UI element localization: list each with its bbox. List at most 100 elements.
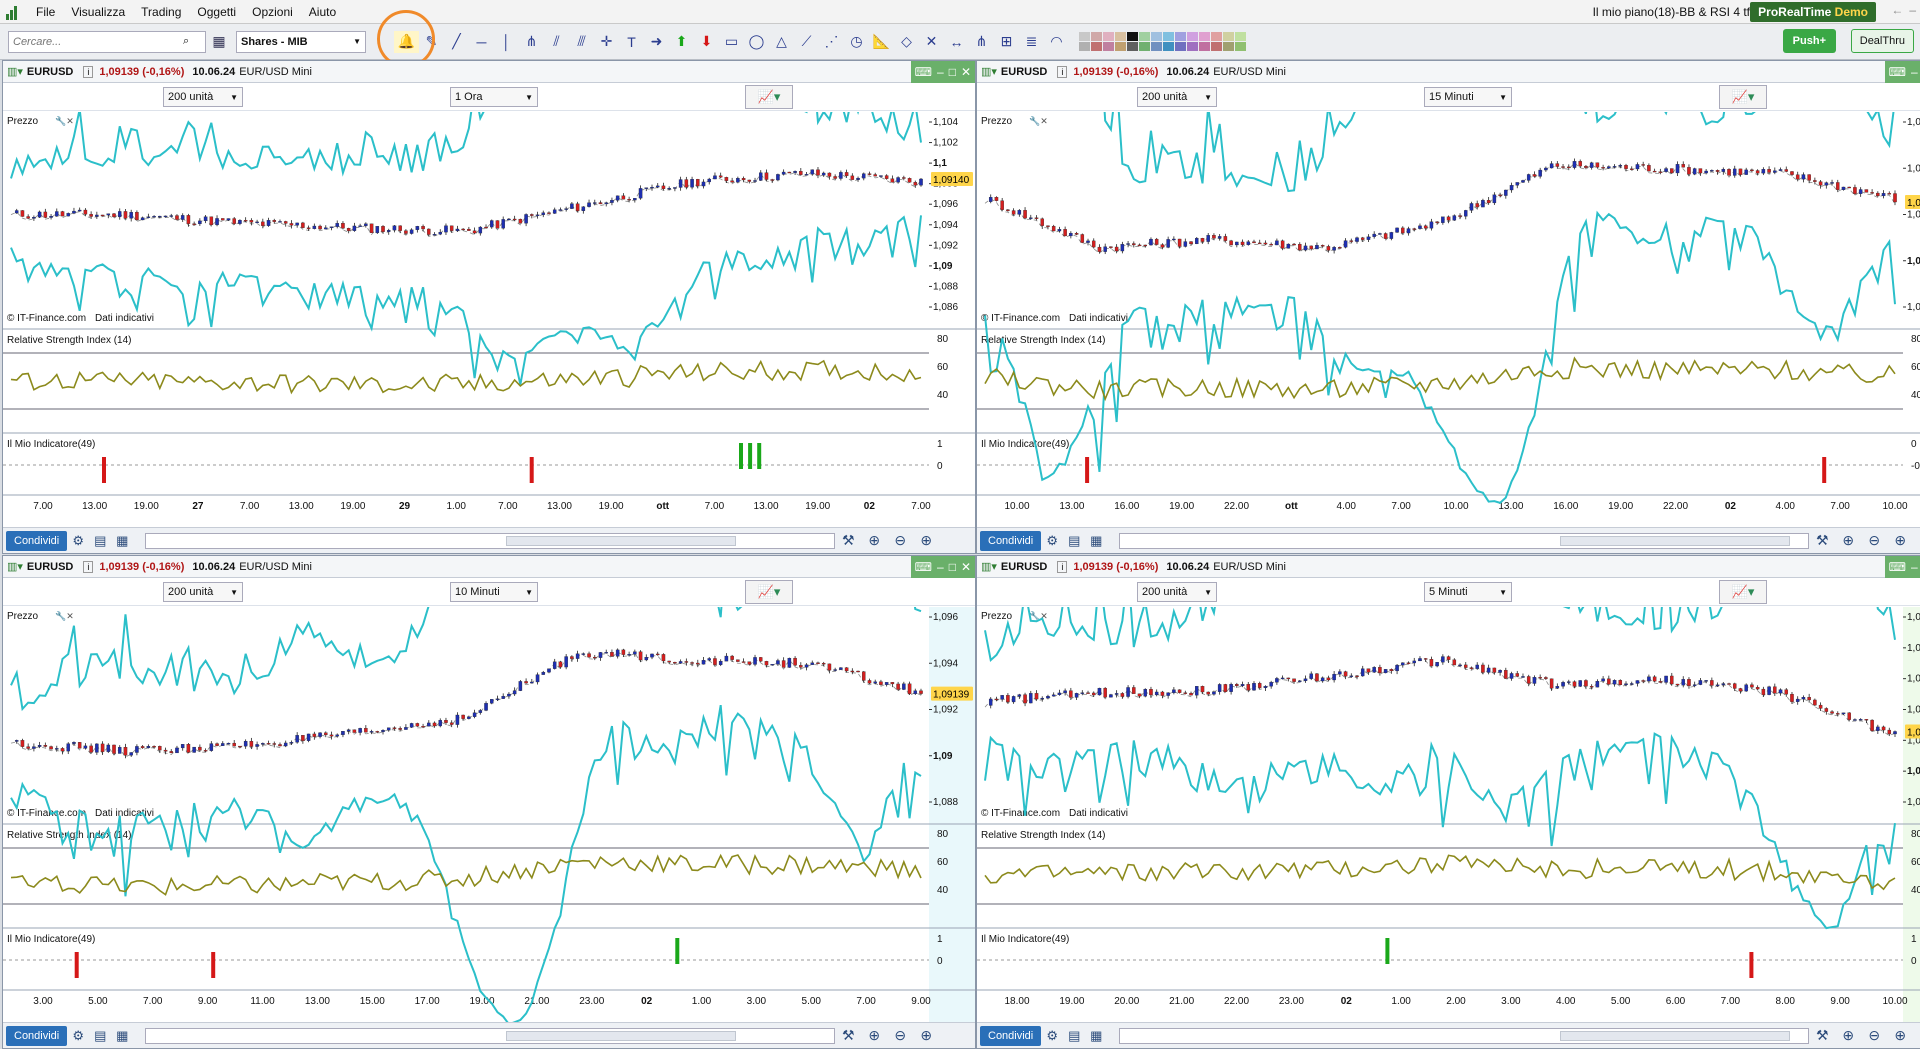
maximize-icon[interactable]: □ xyxy=(949,560,956,574)
chart-tool-icon[interactable]: ⚒ xyxy=(1809,532,1835,549)
market-list-icon[interactable]: ▦ xyxy=(208,31,230,53)
push-button[interactable]: Push+ xyxy=(1782,29,1836,53)
horizontal-scrollbar[interactable] xyxy=(1119,1027,1810,1044)
palette-swatch[interactable] xyxy=(1139,42,1150,51)
x-icon[interactable]: ✕ xyxy=(919,31,944,53)
palette-swatch[interactable] xyxy=(1187,32,1198,41)
rect-icon[interactable]: ▭ xyxy=(719,31,744,53)
clock-icon[interactable]: ◷ xyxy=(844,31,869,53)
palette-swatch[interactable] xyxy=(1175,32,1186,41)
fibo-icon[interactable]: ≣ xyxy=(1019,31,1044,53)
timeframe-select[interactable]: 5 Minuti ▼ xyxy=(1424,582,1512,602)
chart-type-button[interactable]: 📈▾ xyxy=(1719,580,1767,604)
units-select[interactable]: 200 unità ▼ xyxy=(1137,87,1217,107)
settings-icon[interactable]: ⚙ xyxy=(67,1028,89,1044)
instrument-symbol[interactable]: EURUSD xyxy=(27,66,73,78)
zoom-area-icon[interactable]: ⊕ xyxy=(1835,532,1861,549)
palette-swatch[interactable] xyxy=(1139,32,1150,41)
triangle-icon[interactable]: △ xyxy=(769,31,794,53)
scrollbar-thumb[interactable] xyxy=(1560,1030,1791,1041)
indicator-icon[interactable]: ▦ xyxy=(111,533,133,549)
horizontal-scrollbar[interactable] xyxy=(145,1027,836,1044)
gann-icon[interactable]: ⊞ xyxy=(994,31,1019,53)
menu-trading[interactable]: Trading xyxy=(133,5,189,19)
channel-alt-icon[interactable]: ⫻ xyxy=(569,31,594,53)
trend-icon[interactable]: ⟋ xyxy=(794,31,819,53)
chart-area[interactable]: Prezzo 🔧✕Relative Strength Index (14)Il M… xyxy=(3,607,975,1024)
close-icon[interactable]: ✕ xyxy=(961,560,971,574)
zoom-area-icon[interactable]: ⊕ xyxy=(1835,1027,1861,1044)
scrollbar-thumb[interactable] xyxy=(1560,535,1791,546)
timeframe-select[interactable]: 15 Minuti ▼ xyxy=(1424,87,1512,107)
palette-swatch[interactable] xyxy=(1223,42,1234,51)
arrow-down-red-icon[interactable]: ⬇ xyxy=(694,31,719,53)
keyboard-icon[interactable]: ⌨ xyxy=(915,65,932,79)
zoom-in-icon[interactable]: ⊕ xyxy=(913,532,939,549)
minimize-icon[interactable]: – xyxy=(1911,560,1918,574)
close-icon[interactable]: ✕ xyxy=(961,65,971,79)
palette-swatch[interactable] xyxy=(1199,32,1210,41)
indicator-icon[interactable]: ▦ xyxy=(1085,533,1107,549)
palette-swatch[interactable] xyxy=(1211,42,1222,51)
indicator-icon[interactable]: ▦ xyxy=(1085,1028,1107,1044)
market-select[interactable]: Shares - MIB ▼ xyxy=(236,30,366,53)
zoom-in-icon[interactable]: ⊕ xyxy=(1887,532,1913,549)
palette-swatch[interactable] xyxy=(1079,32,1090,41)
back-arrow-icon[interactable]: ← xyxy=(1891,3,1903,17)
units-select[interactable]: 200 unità ▼ xyxy=(1137,582,1217,602)
minimize-icon[interactable]: – xyxy=(937,65,944,79)
info-icon[interactable]: i xyxy=(83,65,94,78)
chart-tool-icon[interactable]: ⚒ xyxy=(1809,1027,1835,1044)
share-button[interactable]: Condividi xyxy=(6,1025,68,1046)
share-button[interactable]: Condividi xyxy=(980,530,1042,551)
chart-area[interactable]: Prezzo 🔧✕Relative Strength Index (14)Il M… xyxy=(977,112,1920,529)
zoom-area-icon[interactable]: ⊕ xyxy=(861,532,887,549)
zoom-area-icon[interactable]: ⊕ xyxy=(861,1027,887,1044)
settings-icon[interactable]: ⚙ xyxy=(1041,1028,1063,1044)
zoom-in-icon[interactable]: ⊕ xyxy=(913,1027,939,1044)
dealthru-button[interactable]: DealThru xyxy=(1850,29,1914,53)
line-icon[interactable]: ╱ xyxy=(444,31,469,53)
menu-oggetti[interactable]: Oggetti xyxy=(189,5,244,19)
palette-swatch[interactable] xyxy=(1079,42,1090,51)
share-button[interactable]: Condividi xyxy=(980,1025,1042,1046)
minimize-icon[interactable]: – xyxy=(937,560,944,574)
instrument-symbol[interactable]: EURUSD xyxy=(1001,561,1047,573)
panel-menu-icon[interactable]: ▥▾ xyxy=(7,65,23,78)
list-icon[interactable]: ▤ xyxy=(89,533,111,549)
keyboard-icon[interactable]: ⌨ xyxy=(915,560,932,574)
units-select[interactable]: 200 unità ▼ xyxy=(163,582,243,602)
palette-swatch[interactable] xyxy=(1187,42,1198,51)
menu-visualizza[interactable]: Visualizza xyxy=(63,5,133,19)
text-icon[interactable]: T xyxy=(619,31,644,53)
palette-swatch[interactable] xyxy=(1115,32,1126,41)
arc-icon[interactable]: ◠ xyxy=(1044,31,1069,53)
timeframe-select[interactable]: 1 Ora ▼ xyxy=(450,87,538,107)
minimize-icon[interactable]: – xyxy=(1911,65,1918,79)
palette-swatch[interactable] xyxy=(1235,32,1246,41)
palette-swatch[interactable] xyxy=(1199,42,1210,51)
crosshair-icon[interactable]: ✛ xyxy=(594,31,619,53)
menu-file[interactable]: File xyxy=(28,5,63,19)
search-icon[interactable]: ⌕ xyxy=(183,35,189,48)
keyboard-icon[interactable]: ⌨ xyxy=(1889,65,1906,79)
menu-aiuto[interactable]: Aiuto xyxy=(301,5,344,19)
fan-icon[interactable]: ⋰ xyxy=(819,31,844,53)
palette-swatch[interactable] xyxy=(1163,32,1174,41)
share-button[interactable]: Condividi xyxy=(6,530,68,551)
arrow-up-green-icon[interactable]: ⬆ xyxy=(669,31,694,53)
palette-swatch[interactable] xyxy=(1115,42,1126,51)
chart-area[interactable]: Prezzo 🔧✕Relative Strength Index (14)Il M… xyxy=(3,112,975,529)
settings-icon[interactable]: ⚙ xyxy=(1041,533,1063,549)
palette-swatch[interactable] xyxy=(1091,42,1102,51)
menu-opzioni[interactable]: Opzioni xyxy=(244,5,301,19)
zoom-out-icon[interactable]: ⊖ xyxy=(1861,532,1887,549)
horizontal-scrollbar[interactable] xyxy=(1119,532,1810,549)
vertical-line-icon[interactable]: │ xyxy=(494,31,519,53)
panel-menu-icon[interactable]: ▥▾ xyxy=(981,560,997,573)
scrollbar-thumb[interactable] xyxy=(506,535,737,546)
indicator-icon[interactable]: ▦ xyxy=(111,1028,133,1044)
zoom-out-icon[interactable]: ⊖ xyxy=(1861,1027,1887,1044)
chart-tool-icon[interactable]: ⚒ xyxy=(835,532,861,549)
horizontal-scrollbar[interactable] xyxy=(145,532,836,549)
